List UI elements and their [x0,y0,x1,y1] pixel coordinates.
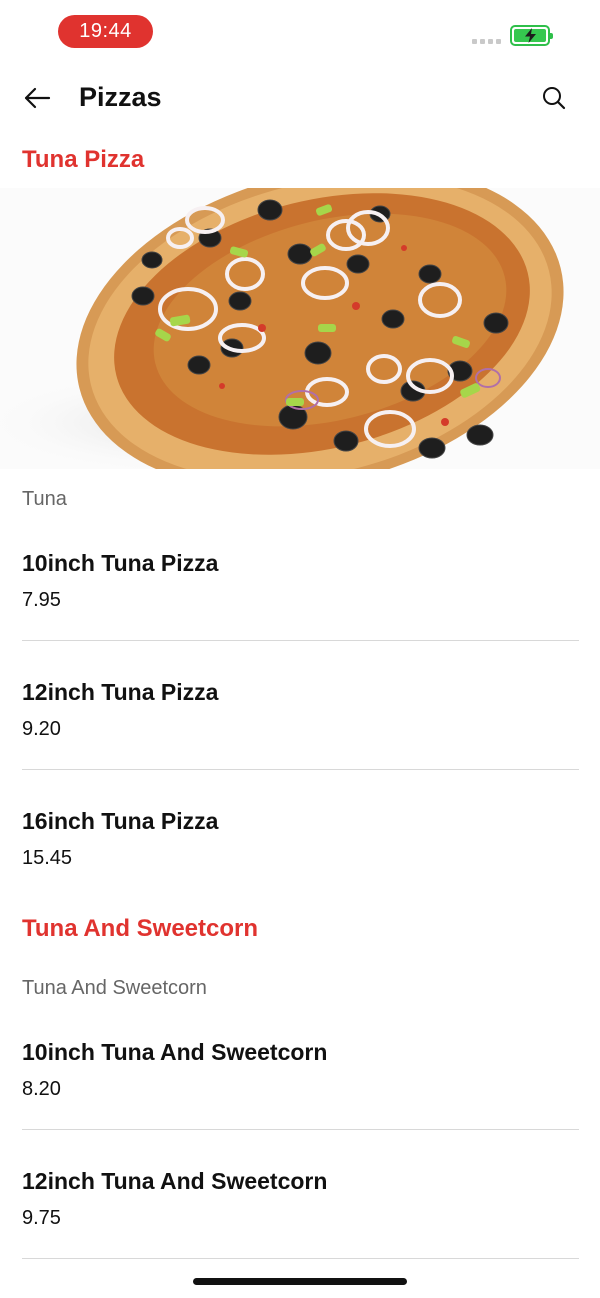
search-button[interactable] [536,80,572,116]
item-price: 9.20 [22,718,61,740]
status-bar: 19:44 [0,0,600,64]
status-time: 19:44 [58,15,153,48]
item-price: 15.45 [22,847,73,869]
category-description-tuna-and-sweetcorn: Tuna And Sweetcorn [22,977,207,999]
item-name: 10inch Tuna And Sweetcorn [22,1039,328,1065]
battery-icon [510,25,553,46]
divider [22,1129,579,1130]
item-name: 12inch Tuna Pizza [22,679,219,705]
tuna-pizza-photo [0,188,600,469]
menu-item[interactable]: 12inch Tuna Pizza 9.20 [22,679,579,808]
back-button[interactable] [18,80,56,116]
divider [22,640,579,641]
section-title-tuna-and-sweetcorn: Tuna And Sweetcorn [22,915,259,942]
category-description-tuna: Tuna [22,488,67,510]
menu-item[interactable]: 10inch Tuna And Sweetcorn 8.20 [22,1039,579,1168]
item-price: 7.95 [22,589,61,611]
item-price: 9.75 [22,1207,61,1229]
page-title: Pizzas [79,82,162,112]
item-price: 8.20 [22,1078,61,1100]
home-indicator[interactable] [193,1278,407,1285]
app-header: Pizzas [0,64,600,134]
section-title-tuna-pizza: Tuna Pizza [22,146,145,173]
divider [22,769,579,770]
arrow-left-icon [24,87,51,109]
item-name: 12inch Tuna And Sweetcorn [22,1168,328,1194]
item-name: 10inch Tuna Pizza [22,550,219,576]
divider [22,1258,579,1259]
menu-item[interactable]: 10inch Tuna Pizza 7.95 [22,550,579,679]
signal-icon [472,39,501,44]
search-icon [543,87,566,110]
item-name: 16inch Tuna Pizza [22,808,219,834]
